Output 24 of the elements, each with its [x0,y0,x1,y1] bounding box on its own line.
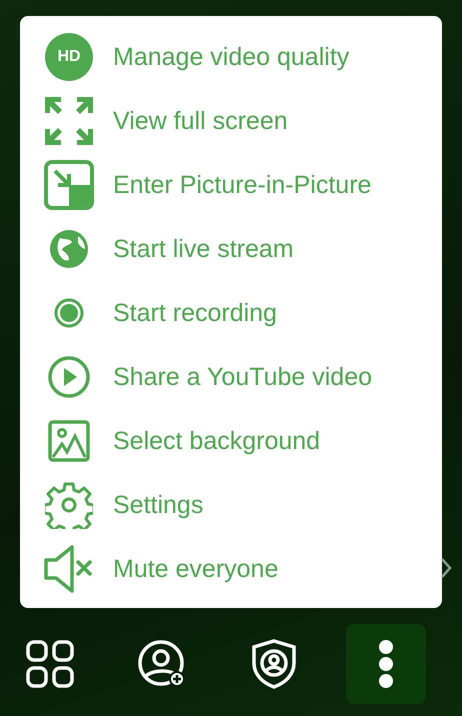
add-person-icon [137,639,187,689]
shield-person-icon [250,639,298,689]
hd-icon: HD [45,33,93,81]
expand-arrows-icon [45,97,93,145]
menu-item[interactable]: View full screen [20,89,442,153]
chevron-right-icon[interactable] [440,557,452,579]
record-icon [54,298,84,328]
settings-icon [45,481,93,529]
menu-item[interactable]: Mute everyone [20,537,442,601]
more-button[interactable] [346,624,426,704]
globe-icon [48,228,90,270]
image-icon [48,420,90,462]
menu-item[interactable]: HD Manage video quality [20,25,442,89]
menu-item[interactable]: Start live stream [20,217,442,281]
menu-item[interactable]: Start recording [20,281,442,345]
picture-in-picture-icon [44,160,94,210]
play-icon [48,356,90,398]
menu-item[interactable]: Enter Picture-in-Picture [20,153,442,217]
menu-item[interactable]: Select background [20,409,442,473]
mute-icon [44,545,94,593]
grid-icon [26,640,74,688]
more-icon [378,640,394,688]
menu-item[interactable]: Share a YouTube video [20,345,442,409]
menu-item[interactable]: Settings [20,473,442,537]
